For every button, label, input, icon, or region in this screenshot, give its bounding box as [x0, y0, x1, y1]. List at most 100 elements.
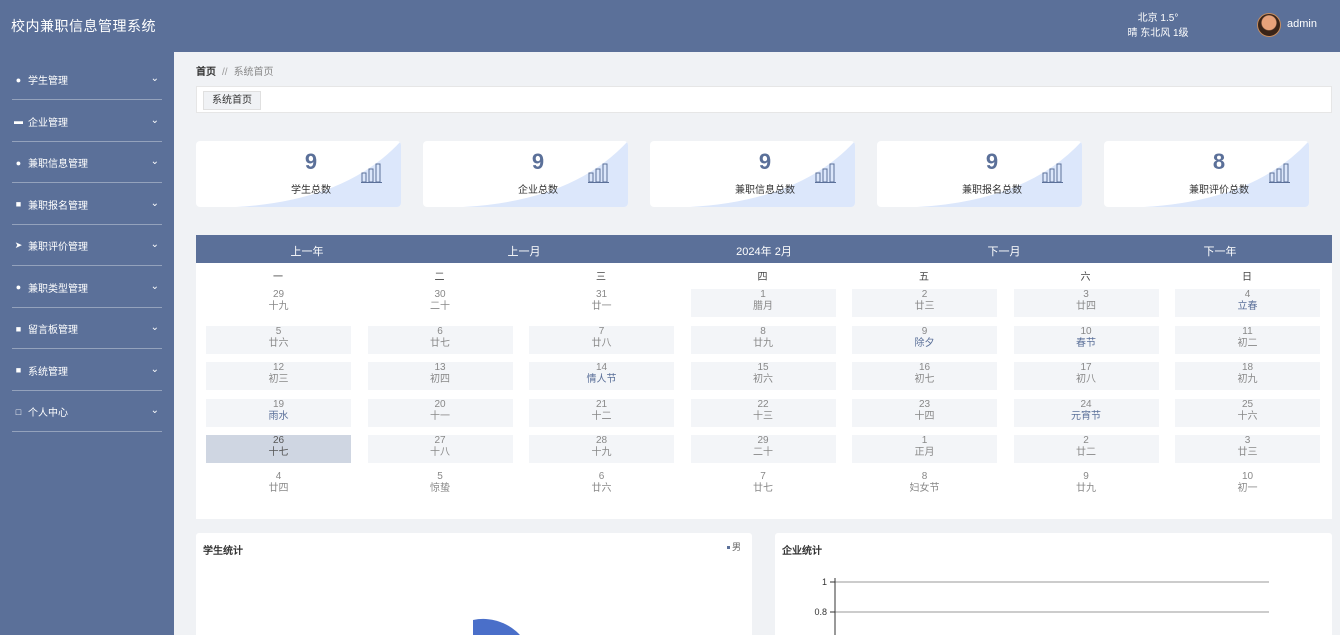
calendar-day[interactable]: 27 十八 — [367, 435, 513, 463]
calendar-day[interactable]: 7 廿七 — [691, 471, 836, 499]
calendar-day[interactable]: 6 廿六 — [529, 471, 674, 499]
calendar-day[interactable]: 31 廿一 — [529, 289, 674, 317]
calendar-day[interactable]: 25 十六 — [1175, 399, 1320, 427]
calendar-day[interactable]: 5 惊蛰 — [368, 471, 513, 499]
stat-value: 9 — [531, 149, 545, 174]
day-number: 3 — [1083, 289, 1089, 300]
day-number: 25 — [1241, 399, 1254, 410]
calendar-day[interactable]: 3 廿四 — [1013, 289, 1159, 317]
stat-value: 9 — [758, 149, 772, 174]
sidebar-item-4[interactable]: ➤ 兼职评价管理 ⌄ — [0, 225, 174, 266]
sidebar-item-1[interactable]: ▬ 企业管理 ⌄ — [0, 101, 174, 142]
next-month-button[interactable]: 下一月 — [944, 243, 1064, 259]
sidebar-item-6[interactable]: ■ 留言板管理 ⌄ — [0, 308, 174, 349]
app-title: 校内兼职信息管理系统 — [11, 18, 156, 34]
calendar-day[interactable]: 20 十一 — [367, 399, 513, 427]
day-number: 9 — [921, 326, 928, 337]
avatar[interactable] — [1257, 13, 1281, 37]
calendar-day[interactable]: 16 初七 — [852, 362, 997, 390]
calendar-day[interactable]: 24 元宵节 — [1013, 399, 1159, 427]
sidebar-item-5[interactable]: ● 兼职类型管理 ⌄ — [0, 267, 174, 308]
day-number: 27 — [434, 435, 446, 446]
weekday-label: 一 — [273, 272, 283, 283]
calendar-day[interactable]: 4 立春 — [1175, 289, 1320, 317]
sidebar-item-2[interactable]: ● 兼职信息管理 ⌄ — [0, 142, 174, 183]
calendar-day[interactable]: 11 初二 — [1175, 326, 1320, 354]
calendar-day[interactable]: 29 二十 — [690, 435, 836, 463]
weekday-label: 五 — [919, 272, 929, 283]
company-line-chart: 1 0.8 — [814, 577, 1269, 635]
lunar-date: 初八 — [1076, 374, 1096, 385]
calendar-day[interactable]: 3 廿三 — [1175, 435, 1320, 463]
calendar-day[interactable]: 2 廿三 — [852, 289, 997, 317]
calendar-day[interactable]: 9 廿九 — [1014, 471, 1159, 499]
lightbulb-icon: ● — [15, 74, 22, 85]
calendar-day[interactable]: 5 廿六 — [206, 326, 351, 354]
calendar-day[interactable]: 10 春节 — [1013, 326, 1159, 354]
sidebar-item-0[interactable]: ● 学生管理 ⌄ — [0, 59, 174, 100]
sidebar-item-8[interactable]: □ 个人中心 ⌄ — [0, 391, 174, 432]
lunar-date: 立春 — [1237, 301, 1258, 312]
lunar-date: 廿三 — [914, 301, 935, 312]
day-number: 5 — [437, 471, 443, 482]
calendar-day-today[interactable]: 26 十七 — [206, 435, 351, 463]
weekday-label: 日 — [1242, 272, 1252, 283]
calendar-day[interactable]: 18 初九 — [1175, 362, 1320, 390]
calendar-day[interactable]: 2 廿二 — [1013, 435, 1159, 463]
sidebar: ● 学生管理 ⌄ ▬ 企业管理 ⌄ ● 兼职信息管理 ⌄ ■ 兼职报名管理 ⌄ ➤ 兼职评价管理 ⌄ ● 兼职类… — [0, 52, 174, 635]
calendar-day[interactable]: 8 妇女节 — [852, 471, 997, 499]
top-header: 校内兼职信息管理系统 北京 1.5° 晴 东北风 1级 admin — [0, 0, 1340, 52]
calendar-day[interactable]: 4 廿四 — [206, 471, 351, 499]
pie-slice[interactable] — [473, 618, 526, 635]
day-number: 18 — [1241, 362, 1254, 373]
user-name[interactable]: admin — [1287, 18, 1317, 30]
day-number: 10 — [1080, 326, 1092, 337]
calendar-day[interactable]: 14 情人节 — [529, 362, 674, 390]
chat-icon: ▬ — [14, 116, 23, 126]
calendar-day[interactable]: 15 初六 — [690, 362, 836, 390]
calendar-day[interactable]: 17 初八 — [1013, 362, 1159, 390]
tab-bar: 系统首页 — [196, 86, 1332, 113]
day-number: 21 — [595, 399, 608, 410]
calendar-day[interactable]: 1 正月 — [852, 435, 997, 463]
calendar-day[interactable]: 22 十三 — [690, 399, 836, 427]
day-number: 14 — [595, 362, 608, 373]
sidebar-item-7[interactable]: ■ 系统管理 ⌄ — [0, 350, 174, 391]
calendar-day[interactable]: 29 十九 — [206, 289, 351, 317]
next-year-button[interactable]: 下一年 — [1160, 243, 1280, 259]
calendar-day[interactable]: 8 廿九 — [690, 326, 836, 354]
sidebar-item-label: 兼职报名管理 — [28, 200, 88, 212]
calendar-day[interactable]: 12 初三 — [206, 362, 351, 390]
calendar-day[interactable]: 1 腊月 — [690, 289, 836, 317]
sidebar-item-3[interactable]: ■ 兼职报名管理 ⌄ — [0, 184, 174, 225]
lunar-date: 初三 — [268, 374, 289, 385]
calendar-day[interactable]: 21 十二 — [529, 399, 674, 427]
tab-system-home[interactable]: 系统首页 — [203, 91, 261, 110]
user-icon: ● — [15, 157, 22, 168]
day-number: 8 — [921, 471, 928, 482]
lunar-date: 初九 — [1237, 374, 1258, 385]
calendar-header: 上一年 上一月 2024年 2月 下一月 下一年 — [196, 235, 1332, 263]
calendar-day[interactable]: 13 初四 — [367, 362, 513, 390]
breadcrumb-home[interactable]: 首页 — [196, 67, 216, 78]
calendar-day[interactable]: 9 除夕 — [852, 326, 997, 354]
grid-icon: ■ — [15, 323, 22, 334]
calendar-day[interactable]: 30 二十 — [368, 289, 513, 317]
prev-year-button[interactable]: 上一年 — [247, 243, 367, 259]
prev-month-button[interactable]: 上一月 — [464, 243, 584, 259]
chart-legend[interactable]: 男 — [727, 540, 741, 553]
calendar-day[interactable]: 19 雨水 — [206, 399, 351, 427]
stat-card: 9 企业总数 — [423, 141, 628, 207]
weather-widget: 北京 1.5° 晴 东北风 1级 — [1122, 11, 1194, 41]
chevron-down-icon: ⌄ — [150, 322, 159, 333]
calendar-day[interactable]: 6 廿七 — [367, 326, 513, 354]
calendar-day[interactable]: 10 初一 — [1175, 471, 1320, 499]
stat-label: 学生总数 — [291, 185, 331, 196]
day-number: 3 — [1244, 435, 1251, 446]
lunar-date: 二十 — [430, 301, 450, 312]
calendar-day[interactable]: 7 廿八 — [529, 326, 674, 354]
calendar-day[interactable]: 23 十四 — [852, 399, 997, 427]
lunar-date: 惊蛰 — [430, 483, 450, 494]
calendar-day[interactable]: 28 十九 — [529, 435, 674, 463]
lunar-date: 廿七 — [430, 338, 450, 349]
